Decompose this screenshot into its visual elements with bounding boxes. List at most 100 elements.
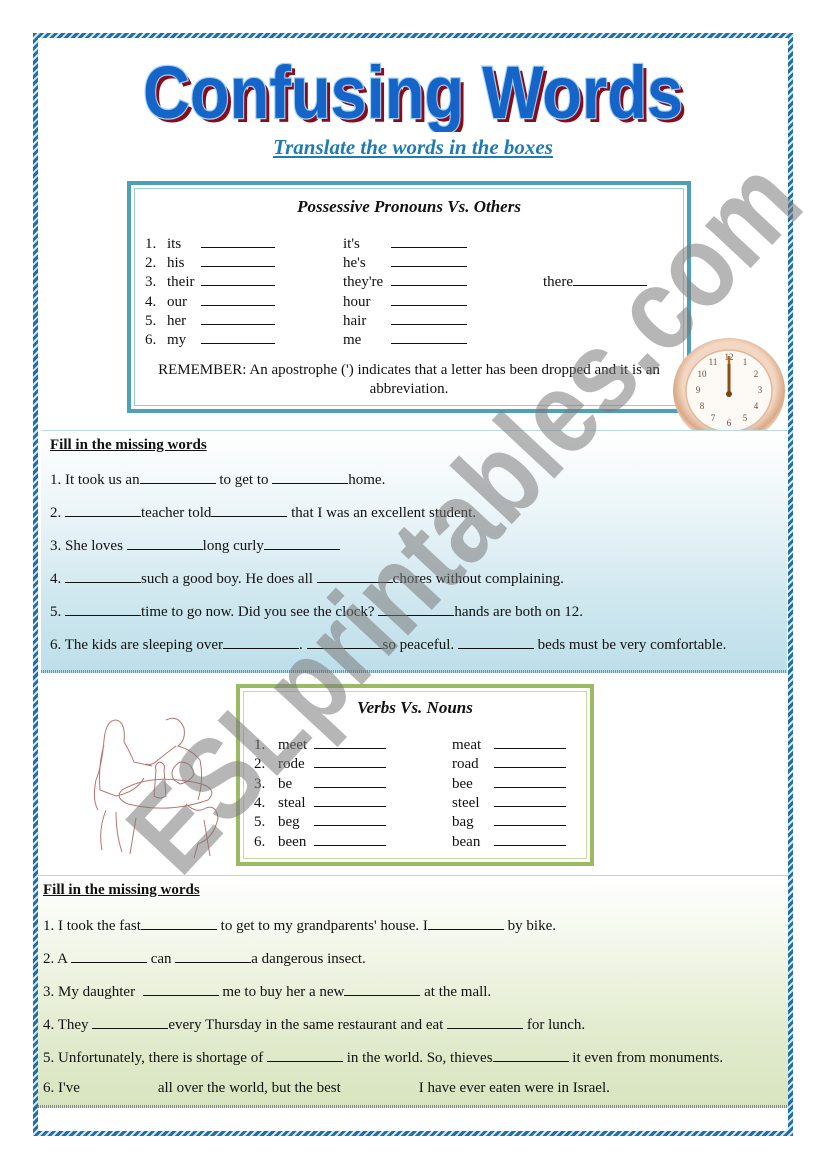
sentence-text: 1. I took the fast [43, 918, 141, 934]
answer-blank[interactable] [314, 831, 386, 846]
answer-blank[interactable] [457, 634, 534, 649]
sentence-text: 5. Unfortunately, there is shortage of [43, 1050, 267, 1066]
answer-blank[interactable] [391, 329, 467, 344]
word-pair-row: steel [452, 792, 566, 813]
answer-blank[interactable] [378, 601, 455, 616]
answer-blank[interactable] [314, 734, 386, 749]
sentence-text: me to buy her a new [218, 984, 345, 1000]
item-number: 3. [145, 274, 157, 291]
answer-blank[interactable] [494, 734, 566, 749]
instructions: Translate the words in the boxes [273, 135, 553, 159]
svg-text:8: 8 [700, 401, 705, 411]
answer-blank[interactable] [391, 252, 467, 268]
svg-text:5: 5 [743, 413, 748, 423]
source-word: me [343, 332, 362, 348]
answer-blank[interactable] [494, 831, 566, 846]
word-pair-row: road [452, 753, 566, 774]
answer-blank[interactable] [201, 291, 275, 306]
word-pair-row: 3. be [254, 773, 386, 794]
answer-blank[interactable] [201, 252, 275, 268]
source-word: hour [343, 293, 371, 310]
answer-blank[interactable] [391, 310, 467, 325]
sentence-text: 6. The kids are sleeping over [50, 637, 224, 653]
word-pair-row: 6. my [145, 329, 275, 350]
answer-blank[interactable] [140, 915, 217, 930]
answer-blank[interactable] [70, 948, 147, 963]
word-pair-row: there [543, 271, 647, 292]
answer-blank[interactable] [201, 271, 275, 287]
answer-blank[interactable] [139, 469, 216, 484]
word-pair-row: bean [452, 831, 566, 852]
answer-blank[interactable] [427, 915, 504, 930]
sentence-text: all over the world, but the best [157, 1080, 341, 1096]
source-word: meat [452, 737, 482, 753]
sentence-text: 3. She loves [50, 538, 127, 554]
answer-blank[interactable] [494, 773, 566, 788]
answer-blank[interactable] [314, 753, 386, 769]
word-pair-row: it's [343, 233, 467, 254]
answer-blank[interactable] [263, 535, 340, 550]
answer-blank[interactable] [211, 502, 288, 517]
sentence-text: beds must be very comfortable. [533, 637, 727, 653]
answer-blank[interactable] [344, 981, 421, 996]
answer-blank[interactable] [201, 329, 275, 344]
word-pair-row: 6. been [254, 831, 386, 852]
answer-blank[interactable] [314, 792, 386, 807]
answer-blank[interactable] [65, 568, 141, 583]
answer-blank[interactable] [223, 634, 300, 649]
answer-blank[interactable] [201, 233, 275, 248]
answer-blank[interactable] [572, 271, 647, 287]
word-pair-row: hour [343, 291, 467, 312]
answer-blank[interactable] [65, 502, 141, 517]
answer-blank[interactable] [65, 601, 141, 616]
sentence-text: to get to [215, 472, 273, 488]
sentence-text: such a good boy. He does all [141, 571, 317, 587]
word-pair-row: 4. steal [254, 792, 386, 813]
answer-blank[interactable] [201, 310, 275, 325]
answer-blank[interactable] [494, 753, 566, 769]
section-heading: Fill in the missing words [43, 882, 200, 898]
sentence-item: 1. I took the fast to get to my grandpar… [43, 915, 556, 935]
answer-blank[interactable] [314, 773, 386, 788]
word-pair-row: bag [452, 811, 566, 832]
word-pair-row: they're [343, 271, 467, 292]
verbs-nouns-box: Verbs Vs. Nouns 1. meet meat 2. rode road 3. be… [236, 684, 594, 866]
answer-blank[interactable] [272, 469, 349, 484]
box-heading: Verbs Vs. Nouns [357, 698, 473, 717]
answer-blank[interactable] [126, 535, 203, 550]
source-word: hair [343, 312, 367, 329]
answer-blank[interactable] [142, 981, 219, 996]
item-number: 6. [145, 332, 157, 348]
source-word: they're [343, 274, 384, 291]
source-word: her [167, 312, 187, 329]
answer-blank[interactable] [314, 811, 386, 827]
svg-text:10: 10 [698, 369, 708, 379]
answer-blank[interactable] [175, 948, 252, 963]
sentence-item: 1. It took us an to get to home. [50, 469, 385, 489]
answer-blank[interactable] [391, 291, 467, 306]
sentence-item: 2. A can a dangerous insect. [43, 948, 366, 968]
word-pair-row: bee [452, 773, 566, 794]
sentence-text: to get to my grandparents' house. I [216, 918, 428, 934]
answer-blank[interactable] [494, 811, 566, 827]
answer-blank[interactable] [316, 568, 393, 583]
sentence-text: chores without complaining. [392, 571, 564, 587]
answer-blank[interactable] [492, 1047, 569, 1062]
answer-blank[interactable] [92, 1014, 169, 1029]
answer-blank[interactable] [391, 233, 467, 248]
word-pair-row: 2. rode [254, 753, 386, 774]
answer-blank[interactable] [494, 792, 566, 807]
answer-blank[interactable] [391, 271, 467, 287]
item-number: 4. [254, 794, 266, 811]
source-word: steel [452, 794, 480, 811]
answer-blank[interactable] [306, 634, 383, 649]
people-at-table-drawing [93, 717, 219, 859]
source-word: meet [278, 737, 308, 753]
word-pair-row: he's [343, 252, 467, 273]
sentence-text: 3. My daughter [43, 984, 143, 1000]
answer-blank[interactable] [266, 1047, 343, 1062]
item-number: 1. [254, 737, 266, 753]
word-pair-row: hair [343, 310, 467, 331]
item-number: 3. [254, 775, 266, 792]
answer-blank[interactable] [447, 1014, 524, 1029]
